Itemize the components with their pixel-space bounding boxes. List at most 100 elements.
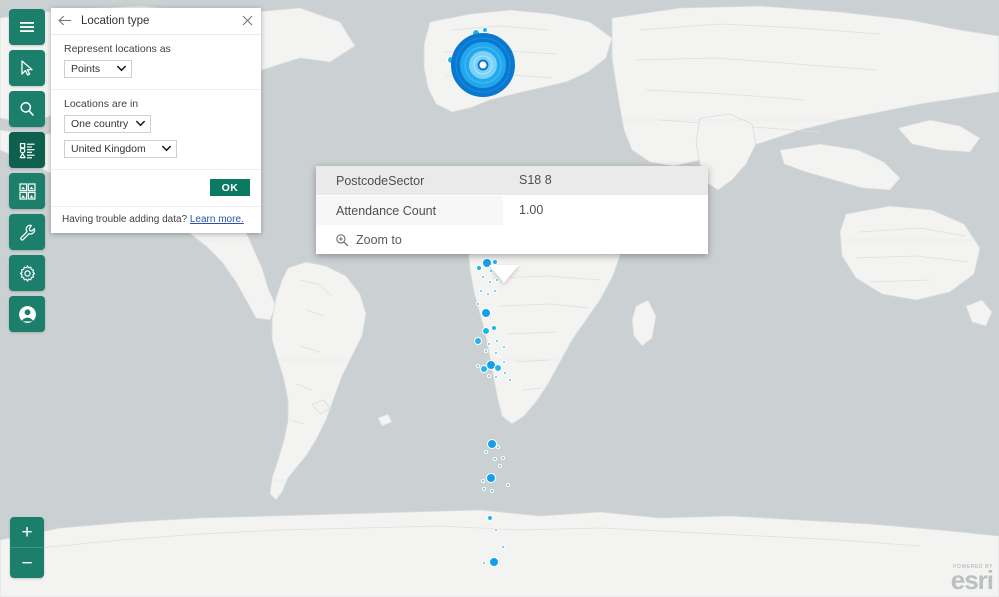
panel-action-row: OK: [51, 170, 261, 207]
learn-more-link[interactable]: Learn more.: [190, 214, 244, 225]
cursor-arrow-icon: [18, 59, 36, 77]
map-data-point[interactable]: [487, 342, 491, 346]
map-data-point[interactable]: [501, 545, 505, 549]
panel-title: Location type: [73, 15, 240, 27]
location-type-panel: Location type Represent locations as Poi…: [51, 8, 261, 233]
zoom-out-button[interactable]: −: [10, 548, 44, 578]
attribute-name: Attendance Count: [316, 204, 503, 218]
map-data-point[interactable]: [494, 528, 498, 532]
attribute-value: S18 8: [503, 166, 708, 195]
gear-icon: [18, 264, 37, 283]
user-avatar-icon: [17, 304, 38, 325]
toolbar-item-select[interactable]: [9, 50, 45, 86]
map-data-point[interactable]: [481, 479, 485, 483]
close-icon[interactable]: [240, 15, 254, 28]
ok-button[interactable]: OK: [210, 179, 250, 196]
map-data-point[interactable]: [493, 457, 497, 461]
legend-icon: [18, 141, 37, 160]
map-data-point[interactable]: [479, 289, 483, 293]
table-row: Attendance Count1.00: [316, 196, 708, 226]
toolbar-item-search[interactable]: [9, 91, 45, 127]
map-data-point[interactable]: [491, 325, 497, 331]
map-data-point[interactable]: [501, 456, 505, 460]
footer-help-text: Having trouble adding data?: [62, 214, 187, 225]
map-data-point[interactable]: [498, 464, 502, 468]
hamburger-menu-icon: [18, 18, 36, 36]
map-data-point[interactable]: [508, 378, 512, 382]
toolbar-item-menu[interactable]: [9, 9, 45, 45]
represent-locations-select[interactable]: Points: [64, 60, 132, 78]
popup-pointer-tail: [489, 265, 519, 283]
map-data-point[interactable]: [460, 77, 466, 83]
magnifier-plus-icon: [335, 233, 349, 247]
panel-header: Location type: [51, 8, 261, 35]
map-data-point[interactable]: [474, 337, 482, 345]
map-data-point[interactable]: [495, 339, 499, 343]
map-data-point[interactable]: [476, 265, 482, 271]
locations-are-in-select[interactable]: One country: [64, 115, 151, 133]
represent-locations-section: Represent locations as Points: [51, 35, 261, 90]
toolbar-item-analysis[interactable]: [9, 214, 45, 250]
map-data-point[interactable]: [481, 275, 485, 279]
map-data-point[interactable]: [493, 289, 497, 293]
feature-attribute-table: PostcodeSectorS18 8Attendance Count1.00: [316, 166, 708, 226]
table-row: PostcodeSectorS18 8: [316, 166, 708, 196]
back-arrow-icon[interactable]: [58, 15, 73, 28]
map-data-point[interactable]: [503, 371, 507, 375]
map-data-point[interactable]: [484, 450, 488, 454]
feature-popup: PostcodeSectorS18 8Attendance Count1.00 …: [316, 166, 708, 254]
map-data-point[interactable]: [472, 29, 480, 37]
map-data-point[interactable]: [490, 489, 494, 493]
map-data-point[interactable]: [482, 327, 490, 335]
map-data-point[interactable]: [480, 365, 488, 373]
represent-locations-value: Points: [71, 63, 100, 75]
country-value: United Kingdom: [71, 143, 146, 155]
panel-footer: Having trouble adding data? Learn more.: [51, 207, 261, 233]
map-data-point[interactable]: [482, 487, 486, 491]
map-data-point[interactable]: [486, 473, 496, 483]
map-data-point[interactable]: [487, 374, 491, 378]
map-data-point[interactable]: [502, 360, 506, 364]
toolbar-item-settings[interactable]: [9, 255, 45, 291]
map-data-point[interactable]: [476, 302, 480, 306]
locations-are-in-label: Locations are in: [64, 98, 248, 110]
map-data-point[interactable]: [494, 375, 498, 379]
map-data-point[interactable]: [495, 41, 499, 45]
country-select[interactable]: United Kingdom: [64, 140, 177, 158]
map-data-point[interactable]: [486, 292, 490, 296]
map-data-point[interactable]: [470, 83, 476, 89]
toolbar-item-basemap[interactable]: [9, 173, 45, 209]
search-icon: [18, 100, 36, 118]
map-data-point[interactable]: [494, 351, 498, 355]
represent-locations-label: Represent locations as: [64, 43, 248, 55]
map-data-point[interactable]: [489, 557, 499, 567]
zoom-in-button[interactable]: +: [10, 517, 44, 548]
map-application: + − POWERED BY esri PostcodeSectorS18 8A…: [0, 0, 999, 597]
map-data-point[interactable]: [494, 364, 502, 372]
locations-are-in-section: Locations are in One country United King…: [51, 90, 261, 170]
basemap-gallery-icon: [18, 182, 37, 201]
map-data-point[interactable]: [481, 308, 491, 318]
map-data-point[interactable]: [482, 27, 488, 33]
map-data-point[interactable]: [482, 561, 486, 565]
esri-wordmark: esri: [951, 568, 993, 593]
map-data-point[interactable]: [502, 345, 506, 349]
map-data-point[interactable]: [467, 35, 473, 41]
map-data-point[interactable]: [447, 56, 455, 64]
map-data-point[interactable]: [496, 445, 500, 449]
toolbar-item-account[interactable]: [9, 296, 45, 332]
map-data-point[interactable]: [476, 364, 480, 368]
map-data-point[interactable]: [459, 41, 467, 49]
map-data-point[interactable]: [501, 47, 505, 51]
esri-logo: POWERED BY esri: [951, 564, 993, 593]
map-data-point[interactable]: [487, 515, 493, 521]
map-data-point[interactable]: [489, 33, 495, 39]
zoom-to-action[interactable]: Zoom to: [316, 226, 708, 254]
map-data-point[interactable]: [451, 67, 459, 75]
map-data-point[interactable]: [484, 349, 488, 353]
toolbar-item-legend[interactable]: [9, 132, 45, 168]
left-toolbar: [9, 9, 45, 332]
map-data-point[interactable]: [453, 48, 461, 56]
locations-are-in-value: One country: [71, 118, 128, 130]
map-data-point[interactable]: [506, 483, 510, 487]
